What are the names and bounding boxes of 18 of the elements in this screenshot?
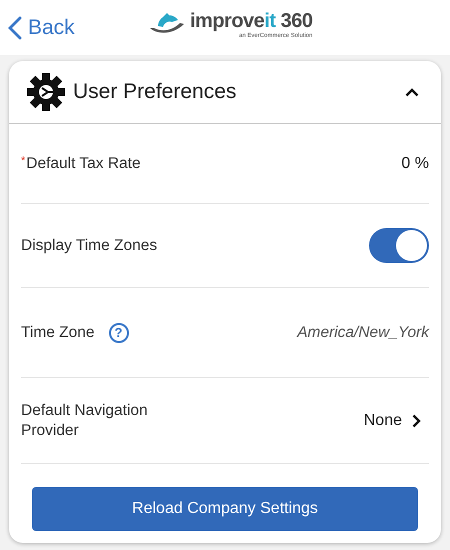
select-control[interactable]: None bbox=[358, 410, 429, 430]
gear-icon bbox=[27, 73, 65, 111]
section-title: User Preferences bbox=[73, 80, 238, 104]
field-label: Time Zone bbox=[21, 324, 95, 342]
field-label: Default Tax Rate bbox=[26, 154, 141, 172]
chevron-right-icon bbox=[412, 414, 421, 428]
field-value: America/New_York bbox=[297, 324, 429, 342]
field-value: 0 % bbox=[401, 154, 429, 172]
required-mark: * bbox=[21, 154, 26, 166]
logo-text: improveit 360 bbox=[190, 10, 312, 32]
reload-button[interactable]: Reload Company Settings bbox=[32, 487, 418, 531]
field-label: Display Time Zones bbox=[21, 236, 158, 254]
toggle-switch[interactable] bbox=[369, 228, 429, 263]
collapse-icon[interactable] bbox=[405, 88, 419, 96]
back-button[interactable]: Back bbox=[0, 16, 75, 40]
help-icon[interactable]: ? bbox=[108, 322, 129, 342]
field-label: Default Navigation Provider bbox=[21, 400, 149, 440]
chevron-left-icon bbox=[8, 16, 22, 40]
